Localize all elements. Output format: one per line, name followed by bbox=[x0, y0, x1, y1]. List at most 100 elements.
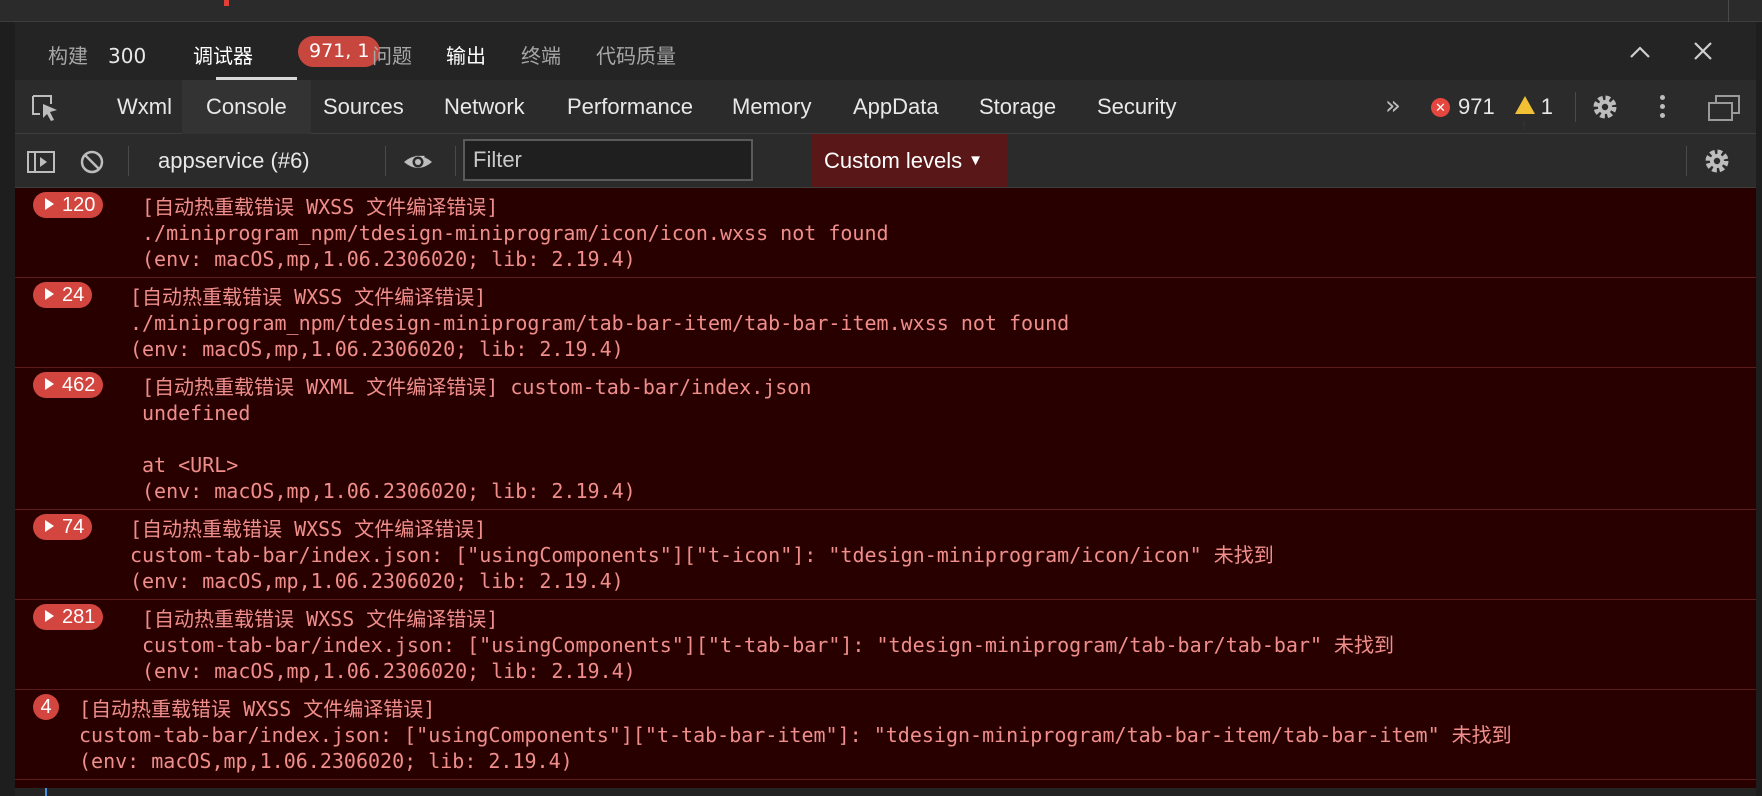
tab-build-label: 构建 bbox=[48, 44, 88, 68]
expand-triangle-icon bbox=[45, 288, 54, 300]
repeat-count-badge[interactable]: 462 bbox=[33, 372, 104, 398]
clear-console-icon[interactable] bbox=[76, 146, 108, 178]
sidebar-toggle-icon[interactable] bbox=[25, 146, 57, 178]
log-message: [自动热重载错误 WXSS 文件编译错误] custom-tab-bar/inde… bbox=[79, 696, 1512, 774]
log-line: ./miniprogram_npm/tdesign-miniprogram/ta… bbox=[130, 311, 1070, 335]
log-entry[interactable]: 462 [自动热重载错误 WXML 文件编译错误] custom-tab-bar… bbox=[15, 368, 1756, 510]
log-message: [自动热重载错误 WXSS 文件编译错误] custom-tab-bar/inde… bbox=[142, 606, 1394, 684]
live-expression-eye-icon[interactable] bbox=[402, 146, 434, 178]
expand-triangle-icon bbox=[45, 378, 54, 390]
repeat-count: 74 bbox=[62, 516, 85, 538]
expand-triangle-icon bbox=[45, 610, 54, 622]
tab-problems[interactable]: 问题 bbox=[372, 40, 412, 69]
tab-output-label: 输出 bbox=[446, 44, 486, 68]
log-entry[interactable]: 120 [自动热重载错误 WXSS 文件编译错误] ./miniprogram_n… bbox=[15, 188, 1756, 278]
tab-debugger-label: 调试器 bbox=[193, 44, 253, 68]
log-message: [自动热重载错误 WXSS 文件编译错误] ./miniprogram_npm/t… bbox=[130, 284, 1069, 362]
left-gutter bbox=[0, 22, 15, 796]
repeat-count-badge[interactable]: 74 bbox=[33, 514, 93, 540]
tab-terminal-label: 终端 bbox=[521, 44, 561, 68]
divider bbox=[1686, 146, 1687, 176]
repeat-count-badge[interactable]: 24 bbox=[33, 282, 93, 308]
log-line: [自动热重载错误 WXSS 文件编译错误] bbox=[142, 607, 499, 631]
log-line: custom-tab-bar/index.json: ["usingCompon… bbox=[130, 543, 1274, 567]
inspect-element-icon[interactable] bbox=[29, 92, 61, 124]
log-levels-dropdown[interactable]: Custom levels ▼ bbox=[812, 134, 1008, 187]
tab-problems-label: 问题 bbox=[372, 44, 412, 68]
tab-security[interactable]: Security bbox=[1073, 80, 1200, 134]
divider bbox=[385, 146, 386, 176]
panel-tab-bar: 构建 300 调试器 971, 1 问题 输出 终端 代码质量 bbox=[15, 22, 1756, 80]
log-line: (env: macOS,mp,1.06.2306020; lib: 2.19.4… bbox=[130, 569, 624, 593]
divider bbox=[1728, 0, 1729, 22]
log-entry[interactable]: 4 [自动热重载错误 WXSS 文件编译错误] custom-tab-bar/in… bbox=[15, 690, 1756, 780]
tab-wxml[interactable]: Wxml bbox=[93, 80, 196, 134]
repeat-count-badge[interactable]: 120 bbox=[33, 192, 104, 218]
chevron-up-icon bbox=[1630, 46, 1650, 58]
undock-icon[interactable] bbox=[1707, 94, 1741, 122]
tab-debugger[interactable]: 调试器 bbox=[193, 40, 253, 69]
more-options-icon[interactable] bbox=[1652, 92, 1672, 122]
error-icon: ✕ bbox=[1431, 98, 1450, 117]
more-tabs-icon[interactable]: » bbox=[1385, 80, 1401, 134]
console-settings-gear-icon[interactable] bbox=[1701, 145, 1733, 177]
expand-triangle-icon bbox=[45, 520, 54, 532]
warning-count: 1 bbox=[1540, 94, 1553, 119]
error-count: 971 bbox=[1458, 94, 1495, 119]
close-panel-button[interactable] bbox=[1686, 34, 1720, 68]
tab-sources[interactable]: Sources bbox=[299, 80, 428, 134]
log-line: (env: macOS,mp,1.06.2306020; lib: 2.19.4… bbox=[142, 479, 636, 503]
log-line: custom-tab-bar/index.json: ["usingCompon… bbox=[79, 723, 1512, 747]
log-line: (env: macOS,mp,1.06.2306020; lib: 2.19.4… bbox=[142, 659, 636, 683]
log-line: custom-tab-bar/index.json: ["usingCompon… bbox=[142, 633, 1395, 657]
log-line: ./miniprogram_npm/tdesign-miniprogram/ic… bbox=[142, 221, 889, 245]
log-entry[interactable]: 281 [自动热重载错误 WXSS 文件编译错误] custom-tab-bar/… bbox=[15, 600, 1756, 690]
log-line: at <URL> bbox=[142, 453, 239, 477]
prompt-chevron-icon bbox=[39, 788, 47, 796]
settings-gear-icon[interactable] bbox=[1589, 91, 1621, 123]
repeat-count-badge[interactable]: 4 bbox=[33, 694, 59, 720]
log-line: [自动热重载错误 WXSS 文件编译错误] bbox=[79, 697, 436, 721]
tab-code-quality[interactable]: 代码质量 bbox=[596, 40, 676, 69]
close-icon bbox=[1694, 42, 1712, 60]
repeat-count: 281 bbox=[62, 606, 96, 628]
tab-network[interactable]: Network bbox=[420, 80, 549, 134]
repeat-count: 4 bbox=[40, 696, 52, 718]
devtools-tab-bar: Wxml Console Sources Network Performance… bbox=[15, 80, 1756, 134]
log-entry[interactable]: 24 [自动热重载错误 WXSS 文件编译错误] ./miniprogram_np… bbox=[15, 278, 1756, 368]
filter-input[interactable] bbox=[463, 139, 753, 181]
log-line: (env: macOS,mp,1.06.2306020; lib: 2.19.4… bbox=[79, 749, 573, 773]
log-line: [自动热重载错误 WXSS 文件编译错误] bbox=[130, 285, 487, 309]
console-prompt-area[interactable] bbox=[15, 788, 1756, 796]
log-entry[interactable]: 74 [自动热重载错误 WXSS 文件编译错误] custom-tab-bar/i… bbox=[15, 510, 1756, 600]
collapse-panel-button[interactable] bbox=[1623, 34, 1657, 68]
tab-performance[interactable]: Performance bbox=[543, 80, 717, 134]
divider bbox=[1575, 92, 1576, 122]
tab-appdata[interactable]: AppData bbox=[829, 80, 963, 134]
scrollbar-track[interactable] bbox=[1756, 22, 1762, 796]
tab-build[interactable]: 构建 300 bbox=[48, 40, 146, 69]
log-line: [自动热重载错误 WXSS 文件编译错误] bbox=[130, 517, 487, 541]
tab-terminal[interactable]: 终端 bbox=[521, 40, 561, 69]
repeat-count: 24 bbox=[62, 284, 85, 306]
warning-icon: ! bbox=[1514, 96, 1535, 133]
tab-console[interactable]: Console bbox=[182, 80, 311, 134]
log-line: (env: macOS,mp,1.06.2306020; lib: 2.19.4… bbox=[130, 337, 624, 361]
debugger-issue-badge: 971, 1 bbox=[298, 36, 381, 67]
console-log-list: 120 [自动热重载错误 WXSS 文件编译错误] ./miniprogram_n… bbox=[15, 188, 1756, 788]
log-message: [自动热重载错误 WXSS 文件编译错误] ./miniprogram_npm/t… bbox=[142, 194, 889, 272]
dropdown-arrow-icon: ▼ bbox=[968, 152, 984, 169]
tab-output[interactable]: 输出 bbox=[446, 40, 486, 69]
context-select[interactable]: appservice (#6) ▼ bbox=[158, 134, 428, 188]
repeat-count-badge[interactable]: 281 bbox=[33, 604, 104, 630]
tab-code-quality-label: 代码质量 bbox=[596, 44, 676, 68]
log-levels-label: Custom levels bbox=[824, 148, 963, 173]
expand-triangle-icon bbox=[45, 198, 54, 210]
tab-memory[interactable]: Memory bbox=[708, 80, 835, 134]
error-marker bbox=[224, 0, 229, 6]
issue-counts[interactable]: ✕ 971! 1 bbox=[1431, 80, 1553, 134]
log-line: [自动热重载错误 WXML 文件编译错误] custom-tab-bar/ind… bbox=[142, 375, 812, 399]
tab-storage[interactable]: Storage bbox=[955, 80, 1080, 134]
log-message: [自动热重载错误 WXML 文件编译错误] custom-tab-bar/ind… bbox=[142, 374, 811, 504]
console-toolbar: appservice (#6) ▼ Custom levels ▼ bbox=[15, 134, 1756, 188]
